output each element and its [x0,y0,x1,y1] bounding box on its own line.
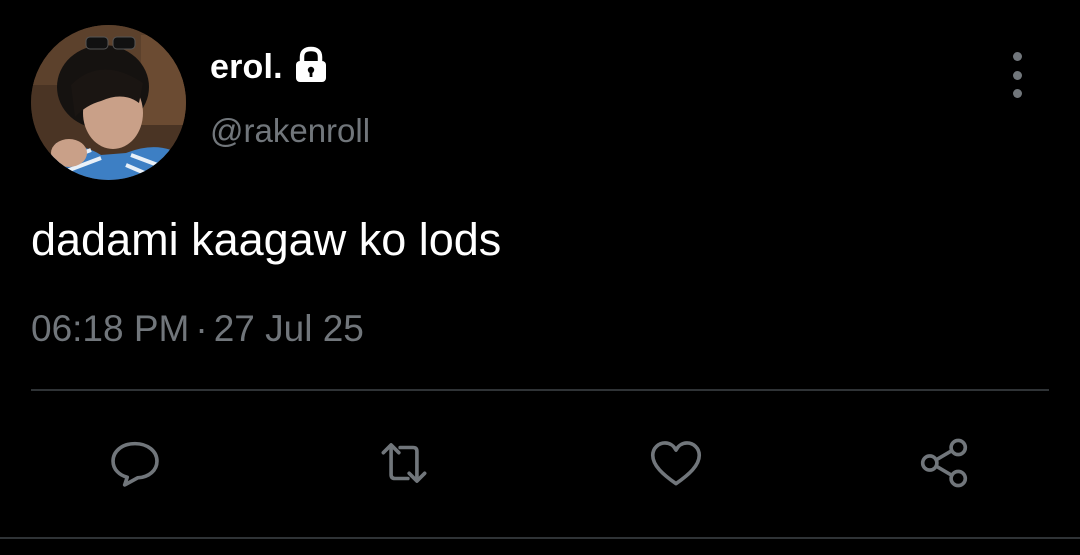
share-button[interactable] [909,428,979,498]
author-name-row: erol. [210,44,329,90]
avatar[interactable] [31,25,186,180]
heart-icon [650,441,702,486]
bottom-divider [0,537,1080,539]
more-options-button[interactable] [998,52,1036,98]
more-dot [1012,89,1022,98]
retweet-icon [381,443,427,483]
more-dot [1012,70,1022,80]
avatar-image [31,25,186,180]
display-name[interactable]: erol. [210,48,283,87]
tweet-text: dadami kaagaw ko lods [31,214,502,265]
more-dot [1012,52,1022,61]
divider [31,389,1049,391]
tweet-timestamp: 06:18 PM · 27 Jul 25 [31,308,364,350]
tweet-time: 06:18 PM [31,308,190,349]
reply-icon [111,441,159,487]
author-handle[interactable]: @rakenroll [210,112,370,150]
share-icon [920,438,968,488]
tweet-date: 27 Jul 25 [213,308,364,349]
retweet-button[interactable] [369,428,439,498]
lock-icon [293,46,329,84]
tweet-card: erol. @rakenroll dadami kaagaw ko lods 0… [0,0,1080,555]
timestamp-separator: · [195,308,208,349]
like-button[interactable] [641,428,711,498]
reply-button[interactable] [100,428,170,498]
